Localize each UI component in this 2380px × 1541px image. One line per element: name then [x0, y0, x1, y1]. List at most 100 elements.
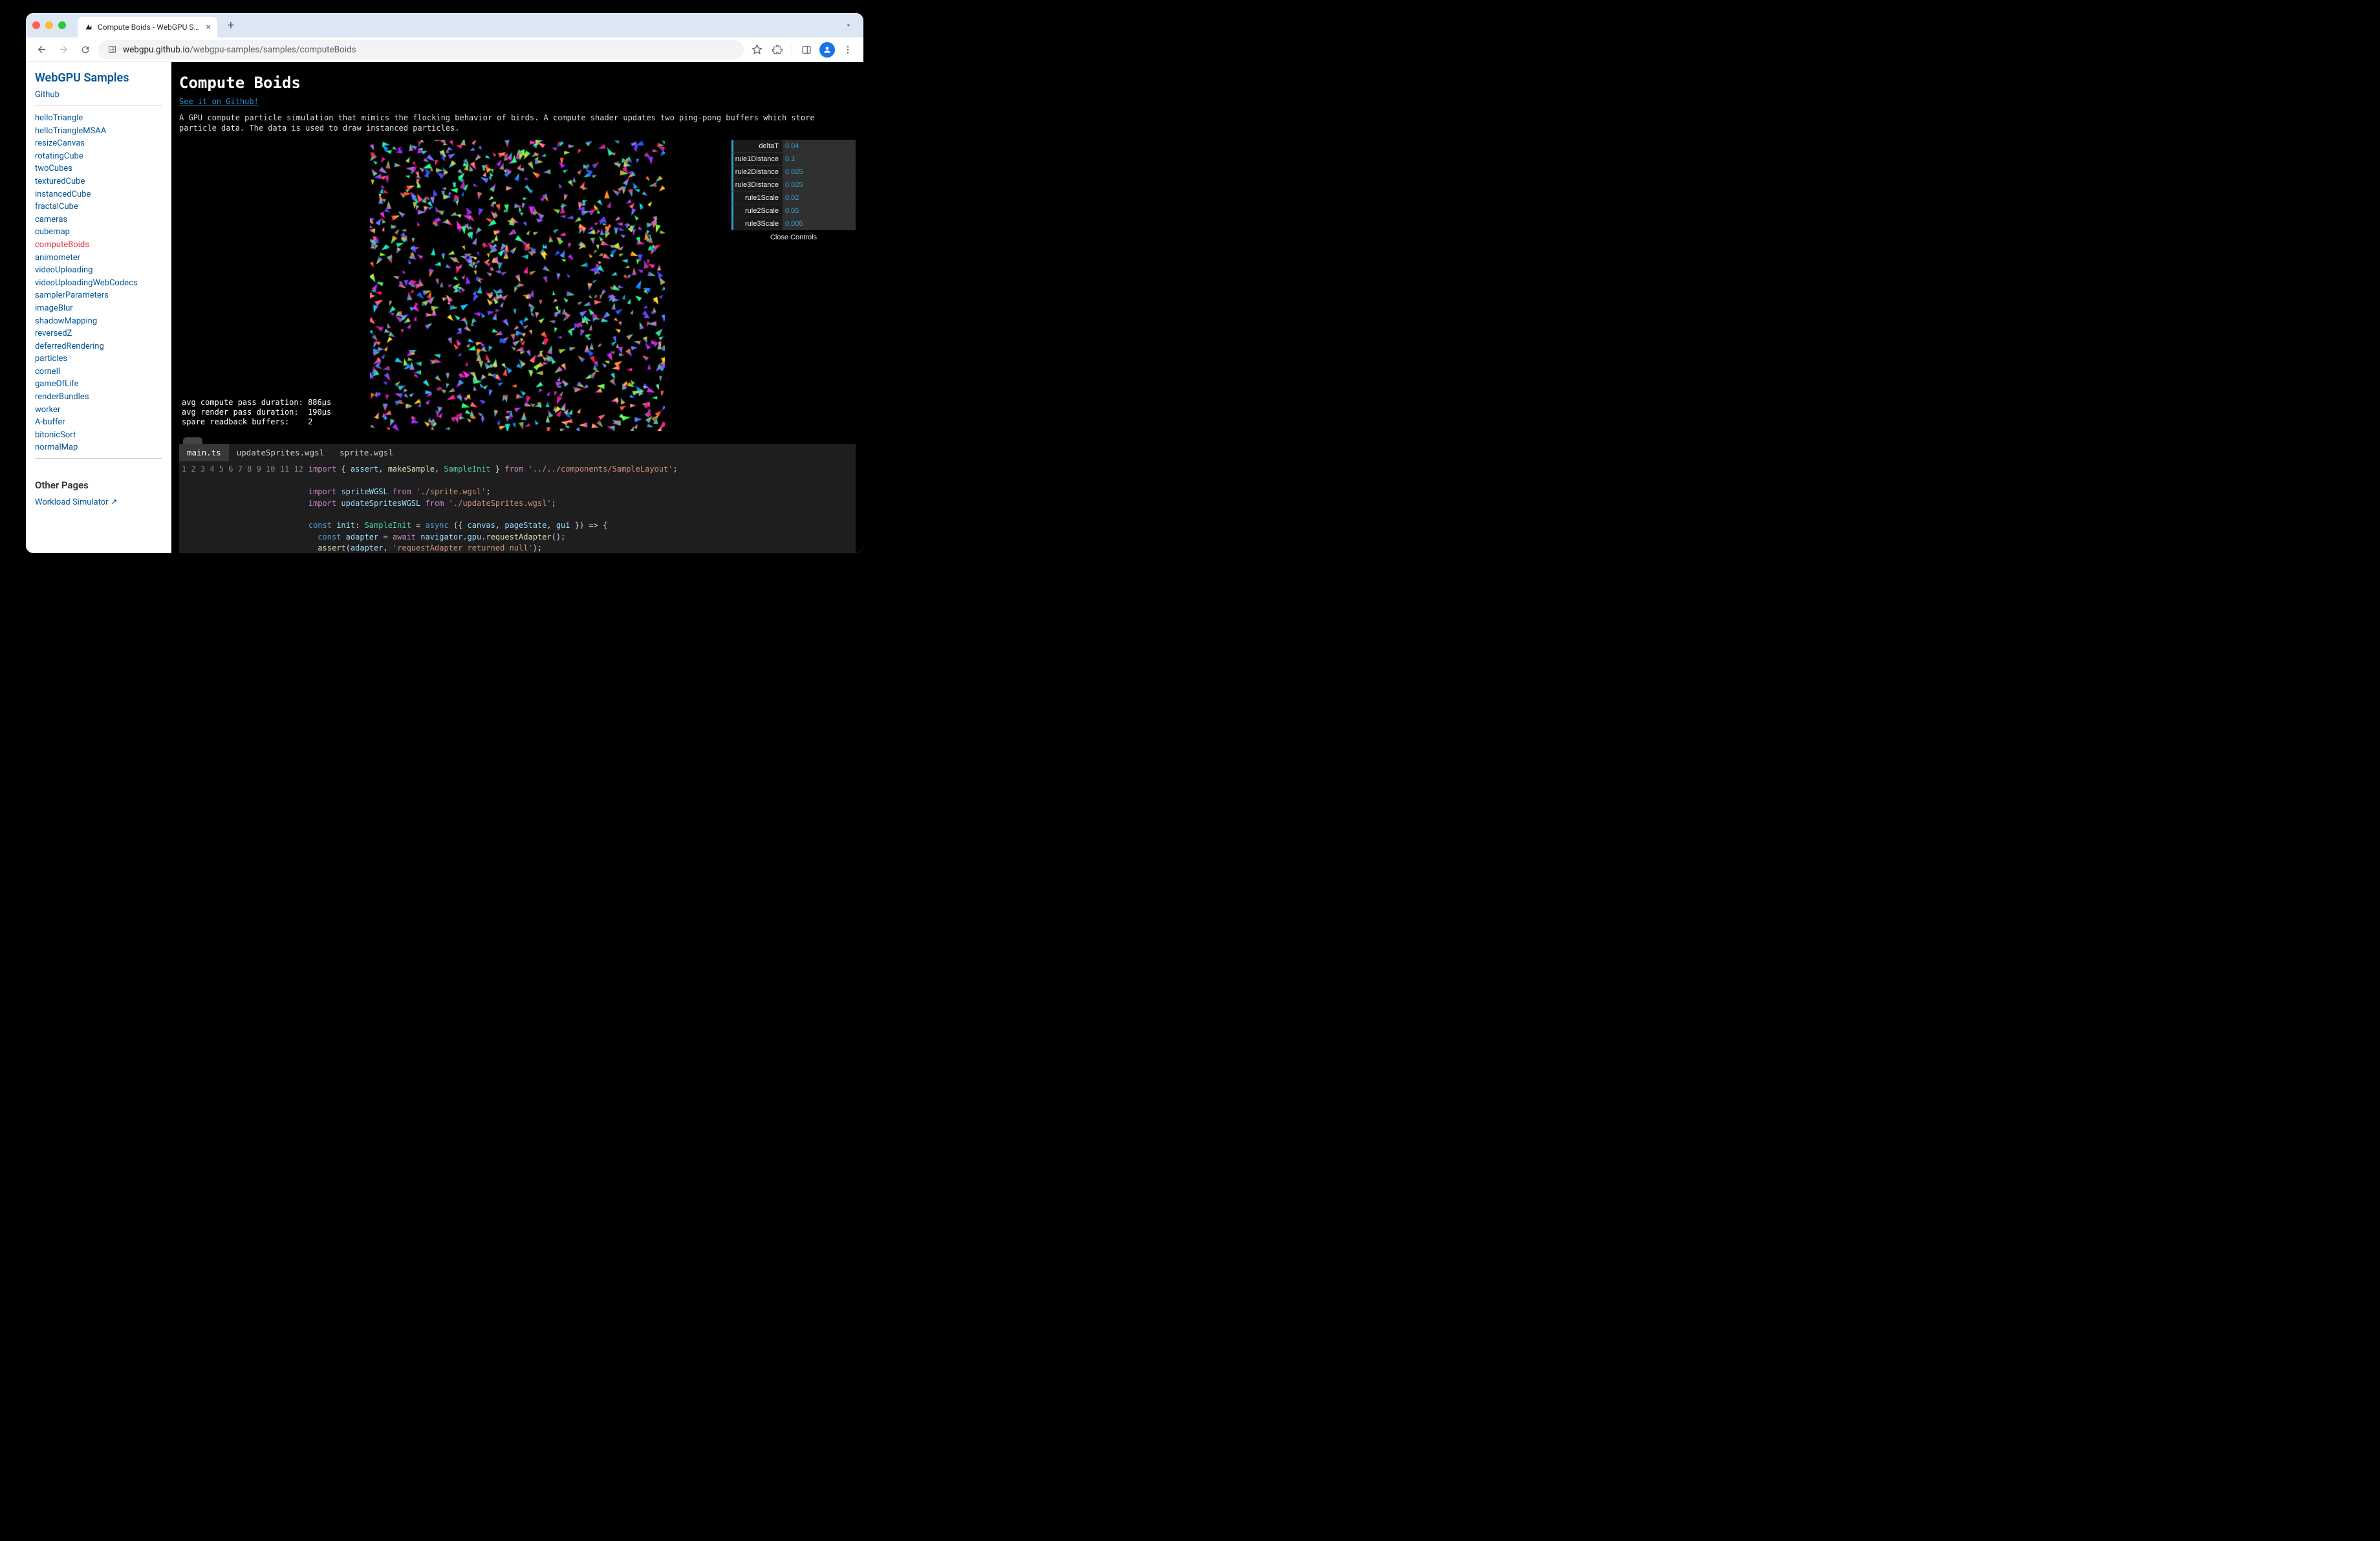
sidebar-item-cubemap[interactable]: cubemap	[35, 226, 162, 239]
sidebar-item-shadowMapping[interactable]: shadowMapping	[35, 315, 162, 328]
boids-canvas	[370, 140, 665, 431]
gui-value-input[interactable]: 0.05	[783, 204, 856, 217]
sidebar: WebGPU Samples Github helloTrianglehello…	[26, 62, 171, 553]
sidebar-item-rotatingCube[interactable]: rotatingCube	[35, 150, 162, 163]
profile-button[interactable]	[818, 41, 836, 59]
other-pages-heading: Other Pages	[35, 479, 162, 491]
sidebar-item-animometer[interactable]: animometer	[35, 252, 162, 265]
code-tab-main.ts[interactable]: main.ts	[179, 444, 229, 461]
sidebar-item-videoUploadingWebCodecs[interactable]: videoUploadingWebCodecs	[35, 277, 162, 290]
code-tabs: main.tsupdateSprites.wgslsprite.wgsl	[179, 444, 856, 461]
github-source-link[interactable]: See it on Github!	[179, 97, 856, 106]
sidebar-item-videoUploading[interactable]: videoUploading	[35, 264, 162, 277]
sidebar-item-helloTriangleMSAA[interactable]: helloTriangleMSAA	[35, 125, 162, 138]
gui-value-input[interactable]: 0.025	[783, 166, 856, 178]
sidebar-nav-list: helloTrianglehelloTriangleMSAAresizeCanv…	[35, 112, 162, 454]
forward-button[interactable]	[54, 41, 72, 59]
window-minimize-button[interactable]	[45, 21, 53, 29]
tab-strip: Compute Boids - WebGPU S… × +	[26, 13, 863, 38]
sidebar-item-A-buffer[interactable]: A-buffer	[35, 416, 162, 429]
gui-row-deltaT[interactable]: deltaT0.04	[731, 140, 856, 153]
sidebar-github-link[interactable]: Github	[35, 90, 162, 100]
gui-value-input[interactable]: 0.02	[783, 191, 856, 204]
page-title: Compute Boids	[179, 74, 856, 92]
sidebar-item-renderBundles[interactable]: renderBundles	[35, 391, 162, 404]
chrome-menu-button[interactable]	[839, 41, 857, 59]
sidebar-item-cornell[interactable]: cornell	[35, 366, 162, 378]
controls-panel: deltaT0.04rule1Distance0.1rule2Distance0…	[731, 140, 856, 245]
url-host: webgpu.github.io	[123, 45, 189, 55]
stats-overlay: avg compute pass duration: 886µs avg ren…	[182, 398, 331, 427]
avatar-icon	[819, 42, 835, 58]
other-page-link[interactable]: Workload Simulator ↗	[35, 497, 162, 507]
reload-button[interactable]	[76, 41, 94, 59]
tab-search-button[interactable]	[840, 17, 857, 34]
url-path: /webgpu-samples/samples/computeBoids	[189, 45, 356, 55]
sidebar-item-instancedCube[interactable]: instancedCube	[35, 188, 162, 201]
gui-label: rule1Distance	[733, 155, 783, 163]
sidebar-item-texturedCube[interactable]: texturedCube	[35, 175, 162, 188]
new-tab-button[interactable]: +	[222, 17, 239, 34]
sidebar-item-normalMap[interactable]: normalMap	[35, 441, 162, 454]
sidebar-item-resizeCanvas[interactable]: resizeCanvas	[35, 137, 162, 150]
sidebar-item-worker[interactable]: worker	[35, 404, 162, 417]
sidebar-item-computeBoids[interactable]: computeBoids	[35, 239, 162, 252]
sidebar-item-bitonicSort[interactable]: bitonicSort	[35, 429, 162, 442]
gui-value-input[interactable]: 0.1	[783, 153, 856, 165]
code-lines: import { assert, makeSample, SampleInit …	[308, 461, 678, 553]
code-section: main.tsupdateSprites.wgslsprite.wgsl 1 2…	[179, 437, 856, 553]
gui-value-input[interactable]: 0.04	[783, 140, 856, 152]
site-info-icon[interactable]	[106, 44, 118, 56]
page-content: WebGPU Samples Github helloTrianglehello…	[26, 62, 863, 553]
gui-label: deltaT	[733, 142, 783, 150]
close-controls-button[interactable]: Close Controls	[731, 230, 856, 245]
sidebar-title: WebGPU Samples	[35, 71, 162, 85]
address-bar[interactable]: webgpu.github.io/webgpu-samples/samples/…	[98, 40, 744, 60]
gui-label: rule2Distance	[733, 168, 783, 176]
gui-row-rule1Distance[interactable]: rule1Distance0.1	[731, 153, 856, 166]
sidebar-item-samplerParameters[interactable]: samplerParameters	[35, 289, 162, 302]
code-drag-handle[interactable]	[183, 437, 202, 444]
gui-value-input[interactable]: 0.025	[783, 179, 856, 191]
sidebar-item-fractalCube[interactable]: fractalCube	[35, 201, 162, 213]
sidebar-item-particles[interactable]: particles	[35, 353, 162, 366]
window-maximize-button[interactable]	[58, 21, 66, 29]
gui-row-rule3Scale[interactable]: rule3Scale0.005	[731, 217, 856, 230]
gui-label: rule3Scale	[733, 220, 783, 228]
sidebar-item-gameOfLife[interactable]: gameOfLife	[35, 378, 162, 391]
page-description: A GPU compute particle simulation that m…	[179, 113, 856, 133]
code-tab-updateSprites.wgsl[interactable]: updateSprites.wgsl	[229, 444, 332, 461]
sidebar-item-deferredRendering[interactable]: deferredRendering	[35, 340, 162, 353]
gui-row-rule2Scale[interactable]: rule2Scale0.05	[731, 204, 856, 217]
gui-row-rule2Distance[interactable]: rule2Distance0.025	[731, 166, 856, 179]
window-controls	[32, 21, 66, 29]
window-close-button[interactable]	[32, 21, 40, 29]
main-content: Compute Boids See it on Github! A GPU co…	[171, 62, 863, 553]
address-bar-url: webgpu.github.io/webgpu-samples/samples/…	[123, 45, 356, 55]
canvas-area: avg compute pass duration: 886µs avg ren…	[179, 140, 856, 431]
gui-label: rule3Distance	[733, 181, 783, 189]
bookmark-button[interactable]	[748, 41, 766, 59]
tab-favicon-icon	[84, 23, 93, 32]
tab-title: Compute Boids - WebGPU S…	[98, 23, 199, 32]
other-pages-list: Workload Simulator ↗	[35, 497, 162, 507]
tab-close-button[interactable]: ×	[206, 22, 211, 32]
browser-tab[interactable]: Compute Boids - WebGPU S… ×	[78, 17, 217, 38]
sidebar-item-cameras[interactable]: cameras	[35, 213, 162, 226]
sidebar-item-reversedZ[interactable]: reversedZ	[35, 327, 162, 340]
gui-value-input[interactable]: 0.005	[783, 217, 856, 230]
code-tab-sprite.wgsl[interactable]: sprite.wgsl	[332, 444, 401, 461]
browser-window: Compute Boids - WebGPU S… × + webgpu.git…	[26, 13, 863, 553]
sidebar-item-imageBlur[interactable]: imageBlur	[35, 302, 162, 315]
back-button[interactable]	[32, 41, 50, 59]
gui-label: rule2Scale	[733, 207, 783, 215]
extensions-button[interactable]	[768, 41, 786, 59]
sidebar-item-twoCubes[interactable]: twoCubes	[35, 162, 162, 175]
gui-row-rule3Distance[interactable]: rule3Distance0.025	[731, 179, 856, 191]
sidebar-item-helloTriangle[interactable]: helloTriangle	[35, 112, 162, 125]
code-gutter: 1 2 3 4 5 6 7 8 9 10 11 12	[179, 461, 308, 553]
gui-row-rule1Scale[interactable]: rule1Scale0.02	[731, 191, 856, 204]
side-panel-button[interactable]	[797, 41, 816, 59]
code-body: 1 2 3 4 5 6 7 8 9 10 11 12 import { asse…	[179, 461, 856, 553]
browser-toolbar: webgpu.github.io/webgpu-samples/samples/…	[26, 38, 863, 62]
